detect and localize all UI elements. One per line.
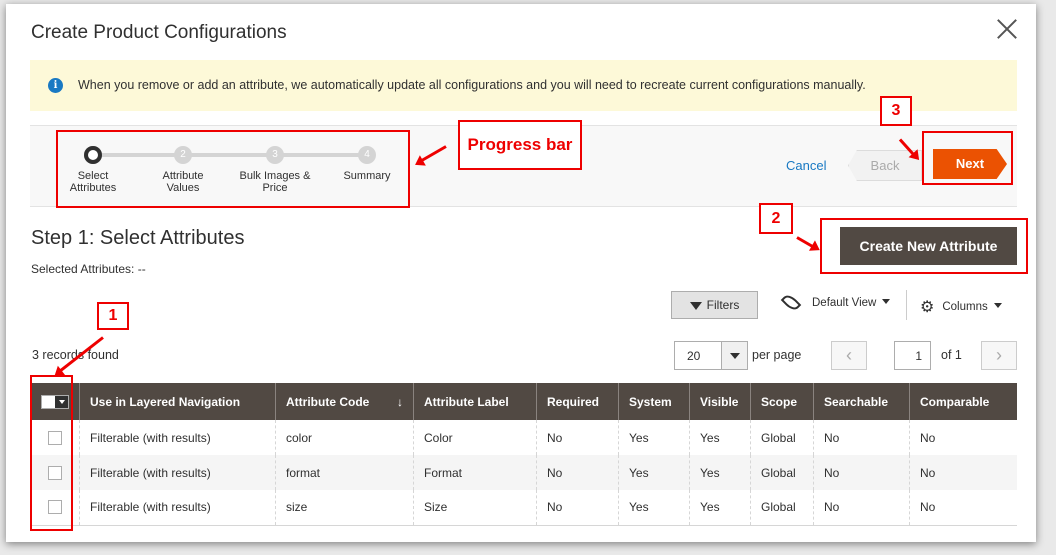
create-attribute-highlight	[820, 218, 1028, 274]
table-cell: Filterable (with results)	[79, 490, 276, 526]
table-row[interactable]: Filterable (with results) size Size No Y…	[30, 490, 1017, 526]
table-cell: Size	[413, 490, 537, 526]
col-attribute-label[interactable]: Attribute Label	[413, 383, 537, 420]
col-scope[interactable]: Scope	[750, 383, 814, 420]
chevron-down-icon[interactable]	[721, 342, 747, 369]
checkbox-column-highlight	[30, 375, 73, 531]
table-row[interactable]: Filterable (with results) format Format …	[30, 455, 1017, 490]
table-header-row: Use in Layered Navigation Attribute Code…	[30, 383, 1017, 420]
table-cell: Yes	[689, 455, 751, 490]
chevron-down-icon	[993, 303, 1002, 308]
progress-bar-callout: Progress bar	[458, 120, 582, 170]
attributes-table: Use in Layered Navigation Attribute Code…	[30, 383, 1017, 526]
callout-badge-3: 3	[880, 96, 912, 126]
funnel-icon	[689, 302, 702, 310]
prev-page-button[interactable]: ‹	[831, 341, 867, 370]
table-cell: Yes	[618, 420, 690, 455]
next-button-highlight	[922, 131, 1013, 185]
col-layered-navigation[interactable]: Use in Layered Navigation	[79, 383, 276, 420]
table-cell: Global	[750, 420, 814, 455]
table-cell: Filterable (with results)	[79, 455, 276, 490]
modal-title: Create Product Configurations	[31, 22, 287, 43]
step-title: Step 1: Select Attributes	[31, 227, 245, 249]
table-cell: Color	[413, 420, 537, 455]
notice-message: i When you remove or add an attribute, w…	[30, 60, 1017, 111]
selected-attributes: Selected Attributes: --	[31, 262, 146, 276]
table-cell: format	[275, 455, 414, 490]
next-page-button[interactable]: ›	[981, 341, 1017, 370]
table-cell: No	[813, 490, 910, 526]
notice-text: When you remove or add an attribute, we …	[78, 78, 866, 92]
table-cell: Yes	[689, 420, 751, 455]
gear-icon: ⚙	[920, 299, 935, 316]
columns-label: Columns	[942, 301, 988, 313]
col-comparable[interactable]: Comparable	[909, 383, 1017, 420]
table-cell: Global	[750, 490, 814, 526]
table-cell: Global	[750, 455, 814, 490]
table-cell: No	[813, 455, 910, 490]
close-icon[interactable]	[996, 18, 1018, 40]
callout-badge-2: 2	[759, 203, 793, 234]
per-page-select[interactable]: 20	[674, 341, 748, 370]
table-cell: No	[813, 420, 910, 455]
page-total: of 1	[941, 348, 962, 362]
chevron-down-icon	[882, 299, 891, 304]
columns-dropdown[interactable]: ⚙ Columns	[920, 297, 1002, 317]
eye-icon	[780, 292, 802, 314]
table-cell: Format	[413, 455, 537, 490]
page-input[interactable]: 1	[894, 341, 931, 370]
table-cell: No	[536, 490, 619, 526]
col-visible[interactable]: Visible	[689, 383, 751, 420]
col-system[interactable]: System	[618, 383, 690, 420]
sort-arrow-icon: ↓	[397, 394, 403, 409]
col-attribute-code-label: Attribute Code	[286, 394, 370, 409]
table-cell: No	[909, 420, 1017, 455]
cancel-button[interactable]: Cancel	[786, 158, 826, 173]
col-attribute-code[interactable]: Attribute Code ↓	[275, 383, 414, 420]
divider	[906, 290, 907, 320]
table-cell: No	[909, 455, 1017, 490]
table-cell: Filterable (with results)	[79, 420, 276, 455]
per-page-value: 20	[687, 349, 701, 363]
progress-bar-highlight	[56, 130, 410, 208]
table-cell: No	[909, 490, 1017, 526]
callout-badge-1: 1	[97, 302, 129, 330]
info-icon: i	[48, 78, 63, 93]
filters-label: Filters	[706, 298, 740, 312]
filters-button[interactable]: Filters	[671, 291, 758, 319]
view-label: Default View	[812, 297, 877, 309]
table-cell: size	[275, 490, 414, 526]
default-view-dropdown[interactable]: Default View	[780, 292, 891, 314]
col-searchable[interactable]: Searchable	[813, 383, 910, 420]
table-cell: No	[536, 420, 619, 455]
per-page-label: per page	[752, 348, 802, 362]
col-required[interactable]: Required	[536, 383, 619, 420]
table-cell: Yes	[689, 490, 751, 526]
table-row[interactable]: Filterable (with results) color Color No…	[30, 420, 1017, 455]
table-cell: Yes	[618, 490, 690, 526]
table-cell: Yes	[618, 455, 690, 490]
table-cell: color	[275, 420, 414, 455]
table-cell: No	[536, 455, 619, 490]
